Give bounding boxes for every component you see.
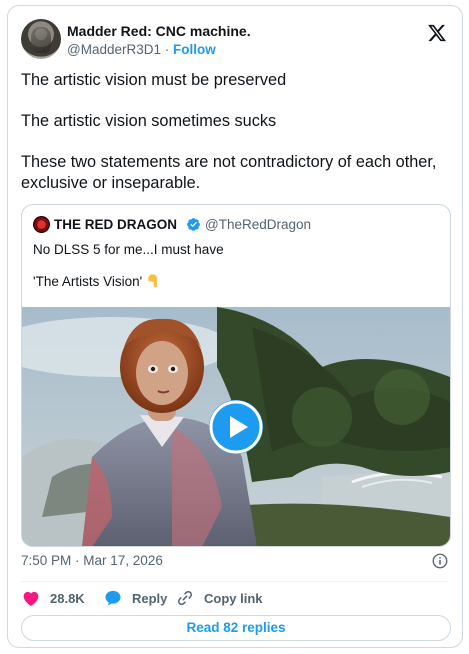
quoted-tweet[interactable]: THE RED DRAGON @TheRedDragon No DLSS 5 f… <box>21 204 451 547</box>
author-avatar[interactable] <box>21 19 61 59</box>
info-icon[interactable] <box>431 552 449 570</box>
tweet-timestamp[interactable]: 7:50 PM · Mar 17, 2026 <box>21 553 163 568</box>
quoted-author-avatar[interactable] <box>33 216 50 233</box>
quoted-tweet-text: No DLSS 5 for me...I must have 'The Arti… <box>33 241 433 305</box>
like-button[interactable]: 28.8K <box>21 586 85 610</box>
follow-button[interactable]: Follow <box>173 42 216 57</box>
read-replies-button[interactable]: Read 82 replies <box>21 615 451 641</box>
author-name[interactable]: Madder Red: CNC machine. <box>67 23 251 39</box>
reply-label: Reply <box>132 590 168 606</box>
copy-link-button[interactable]: Copy link <box>175 586 263 610</box>
tweet-header: Madder Red: CNC machine. @MadderR3D1 · F… <box>21 17 449 61</box>
timestamp-separator: · <box>71 553 84 568</box>
reply-button[interactable]: Reply <box>103 586 167 610</box>
like-count: 28.8K <box>50 590 85 606</box>
play-button-icon[interactable] <box>208 399 264 455</box>
quoted-line: No DLSS 5 for me...I must have <box>33 242 224 257</box>
author-handle-line: @MadderR3D1 · Follow <box>67 42 216 57</box>
tweet-paragraph: The artistic vision must be preserved <box>21 71 287 89</box>
author-handle[interactable]: @MadderR3D1 <box>67 42 161 57</box>
video-player[interactable] <box>22 307 450 546</box>
copy-link-label: Copy link <box>204 590 263 606</box>
reply-bubble-icon <box>105 590 121 606</box>
quoted-line-with-emoji: 'The Artists Vision' <box>33 273 433 291</box>
tweet-paragraph: The artistic vision sometimes sucks <box>21 112 277 130</box>
tweet-text: The artistic vision must be preserved Th… <box>21 70 451 214</box>
tweet-paragraph: These two statements are not contradicto… <box>21 153 437 192</box>
quoted-author-handle[interactable]: @TheRedDragon <box>205 217 311 232</box>
link-icon <box>177 590 193 606</box>
x-logo-icon[interactable] <box>427 23 447 43</box>
heart-icon <box>23 591 39 606</box>
divider <box>21 581 449 582</box>
quoted-author-name[interactable]: THE RED DRAGON <box>54 217 177 232</box>
verified-badge-icon <box>187 218 200 231</box>
tweet-time: 7:50 PM <box>21 553 72 568</box>
handle-separator: · <box>161 42 173 57</box>
quoted-line: 'The Artists Vision' <box>33 274 143 289</box>
point-down-emoji-icon <box>148 274 157 288</box>
tweet-card: Madder Red: CNC machine. @MadderR3D1 · F… <box>7 5 463 648</box>
tweet-date: Mar 17, 2026 <box>83 553 163 568</box>
